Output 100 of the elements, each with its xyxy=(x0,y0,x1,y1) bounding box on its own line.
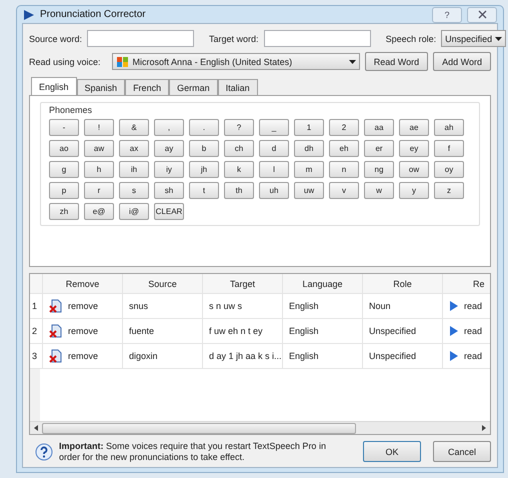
phoneme-key[interactable]: e@ xyxy=(84,203,114,220)
phoneme-key[interactable]: t xyxy=(189,182,219,199)
phoneme-key[interactable]: er xyxy=(364,140,394,157)
table-cell: fuente xyxy=(122,319,202,343)
phoneme-key[interactable]: 1 xyxy=(294,119,324,136)
phoneme-key[interactable]: l xyxy=(259,161,289,178)
speech-role-dropdown[interactable]: Unspecified xyxy=(441,30,506,47)
column-header[interactable]: Target xyxy=(202,274,282,293)
phoneme-key[interactable]: ih xyxy=(119,161,149,178)
phoneme-key[interactable]: - xyxy=(49,119,79,136)
phoneme-key[interactable]: aa xyxy=(364,119,394,136)
phoneme-key[interactable]: oy xyxy=(434,161,464,178)
phoneme-key[interactable]: ! xyxy=(84,119,114,136)
dialog-button[interactable]: OK xyxy=(363,441,421,462)
row-number: 2 xyxy=(31,326,38,336)
remove-link[interactable]: remove xyxy=(68,351,98,361)
language-tab[interactable]: Italian xyxy=(218,79,258,95)
phoneme-key[interactable]: m xyxy=(294,161,324,178)
language-tab[interactable]: French xyxy=(125,79,170,95)
scroll-right-icon[interactable] xyxy=(482,425,486,431)
column-header[interactable]: Source xyxy=(122,274,202,293)
restart-notice: Important: Some voices require that you restart TextSpeech Pro in order for the new pronunciations to take effect. xyxy=(59,441,327,462)
table-cell: digoxin xyxy=(122,344,202,368)
phoneme-key[interactable]: k xyxy=(224,161,254,178)
table-cell: English xyxy=(282,319,362,343)
phoneme-key[interactable]: uw xyxy=(294,182,324,199)
scroll-left-icon[interactable] xyxy=(34,425,38,431)
phoneme-key[interactable]: uh xyxy=(259,182,289,199)
phoneme-key[interactable]: dh xyxy=(294,140,324,157)
help-button[interactable]: ? xyxy=(432,6,462,22)
target-word-field[interactable] xyxy=(264,30,371,47)
phoneme-key[interactable]: d xyxy=(259,140,289,157)
phoneme-key[interactable]: ae xyxy=(399,119,429,136)
table-cell: Unspecified xyxy=(362,344,442,368)
phoneme-key[interactable]: th xyxy=(224,182,254,199)
phoneme-key[interactable]: eh xyxy=(329,140,359,157)
phoneme-key[interactable]: b xyxy=(189,140,219,157)
phoneme-key[interactable]: v xyxy=(329,182,359,199)
language-tab[interactable]: English xyxy=(31,77,77,95)
close-button[interactable] xyxy=(467,6,497,22)
column-header[interactable]: Language xyxy=(282,274,362,293)
remove-link[interactable]: remove xyxy=(68,301,98,311)
phoneme-key[interactable]: 2 xyxy=(329,119,359,136)
app-icon xyxy=(23,8,35,20)
phoneme-key[interactable]: CLEAR xyxy=(154,203,184,220)
phoneme-key[interactable]: i@ xyxy=(119,203,149,220)
table-cell: f uw eh n t ey xyxy=(202,319,282,343)
phoneme-key[interactable]: ow xyxy=(399,161,429,178)
action-button[interactable]: Read Word xyxy=(364,52,428,71)
phoneme-key[interactable]: y xyxy=(399,182,429,199)
phoneme-key[interactable]: ng xyxy=(364,161,394,178)
phoneme-key[interactable]: sh xyxy=(154,182,184,199)
phoneme-key[interactable]: g xyxy=(49,161,79,178)
phoneme-key[interactable]: r xyxy=(84,182,114,199)
phoneme-key[interactable]: ax xyxy=(119,140,149,157)
phoneme-key[interactable]: ay xyxy=(154,140,184,157)
table-cell: English xyxy=(282,344,362,368)
read-link[interactable]: read xyxy=(464,351,482,361)
phoneme-key[interactable]: s xyxy=(119,182,149,199)
table-cell: Unspecified xyxy=(362,319,442,343)
phoneme-key[interactable]: h xyxy=(84,161,114,178)
read-link[interactable]: read xyxy=(464,301,482,311)
source-word-field[interactable] xyxy=(87,30,194,47)
phoneme-key[interactable]: ey xyxy=(399,140,429,157)
phoneme-key[interactable]: aw xyxy=(84,140,114,157)
phoneme-key[interactable]: w xyxy=(364,182,394,199)
horizontal-scrollbar[interactable] xyxy=(30,421,490,434)
dialog-button[interactable]: Cancel xyxy=(433,441,491,462)
speech-role-label: Speech role: xyxy=(386,34,436,44)
phoneme-key[interactable]: iy xyxy=(154,161,184,178)
voice-dropdown[interactable]: Microsoft Anna - English (United States) xyxy=(112,53,360,70)
row-number: 3 xyxy=(31,351,38,361)
phoneme-key[interactable]: p xyxy=(49,182,79,199)
phoneme-key[interactable]: _ xyxy=(259,119,289,136)
column-header[interactable]: Re xyxy=(442,274,490,293)
phoneme-key[interactable]: f xyxy=(434,140,464,157)
document-x-icon xyxy=(49,299,63,313)
table-cell: Noun xyxy=(362,294,442,318)
phoneme-key[interactable]: , xyxy=(154,119,184,136)
phoneme-key[interactable]: jh xyxy=(189,161,219,178)
phoneme-key[interactable]: ch xyxy=(224,140,254,157)
read-link[interactable]: read xyxy=(464,326,482,336)
remove-link[interactable]: remove xyxy=(68,326,98,336)
phoneme-key[interactable]: zh xyxy=(49,203,79,220)
language-tab[interactable]: Spanish xyxy=(76,79,126,95)
phoneme-key[interactable]: & xyxy=(119,119,149,136)
phoneme-key[interactable]: ? xyxy=(224,119,254,136)
column-header[interactable]: Role xyxy=(362,274,442,293)
column-header[interactable]: Remove xyxy=(42,274,122,293)
close-icon xyxy=(478,10,486,19)
phoneme-key[interactable]: ao xyxy=(49,140,79,157)
group-title: Phonemes xyxy=(49,105,94,115)
document-x-icon xyxy=(49,324,63,338)
phoneme-key[interactable]: z xyxy=(434,182,464,199)
language-tab[interactable]: German xyxy=(169,79,218,95)
action-button[interactable]: Add Word xyxy=(433,52,491,71)
table-cell: English xyxy=(282,294,362,318)
phoneme-key[interactable]: ah xyxy=(434,119,464,136)
phoneme-key[interactable]: n xyxy=(329,161,359,178)
phoneme-key[interactable]: . xyxy=(189,119,219,136)
